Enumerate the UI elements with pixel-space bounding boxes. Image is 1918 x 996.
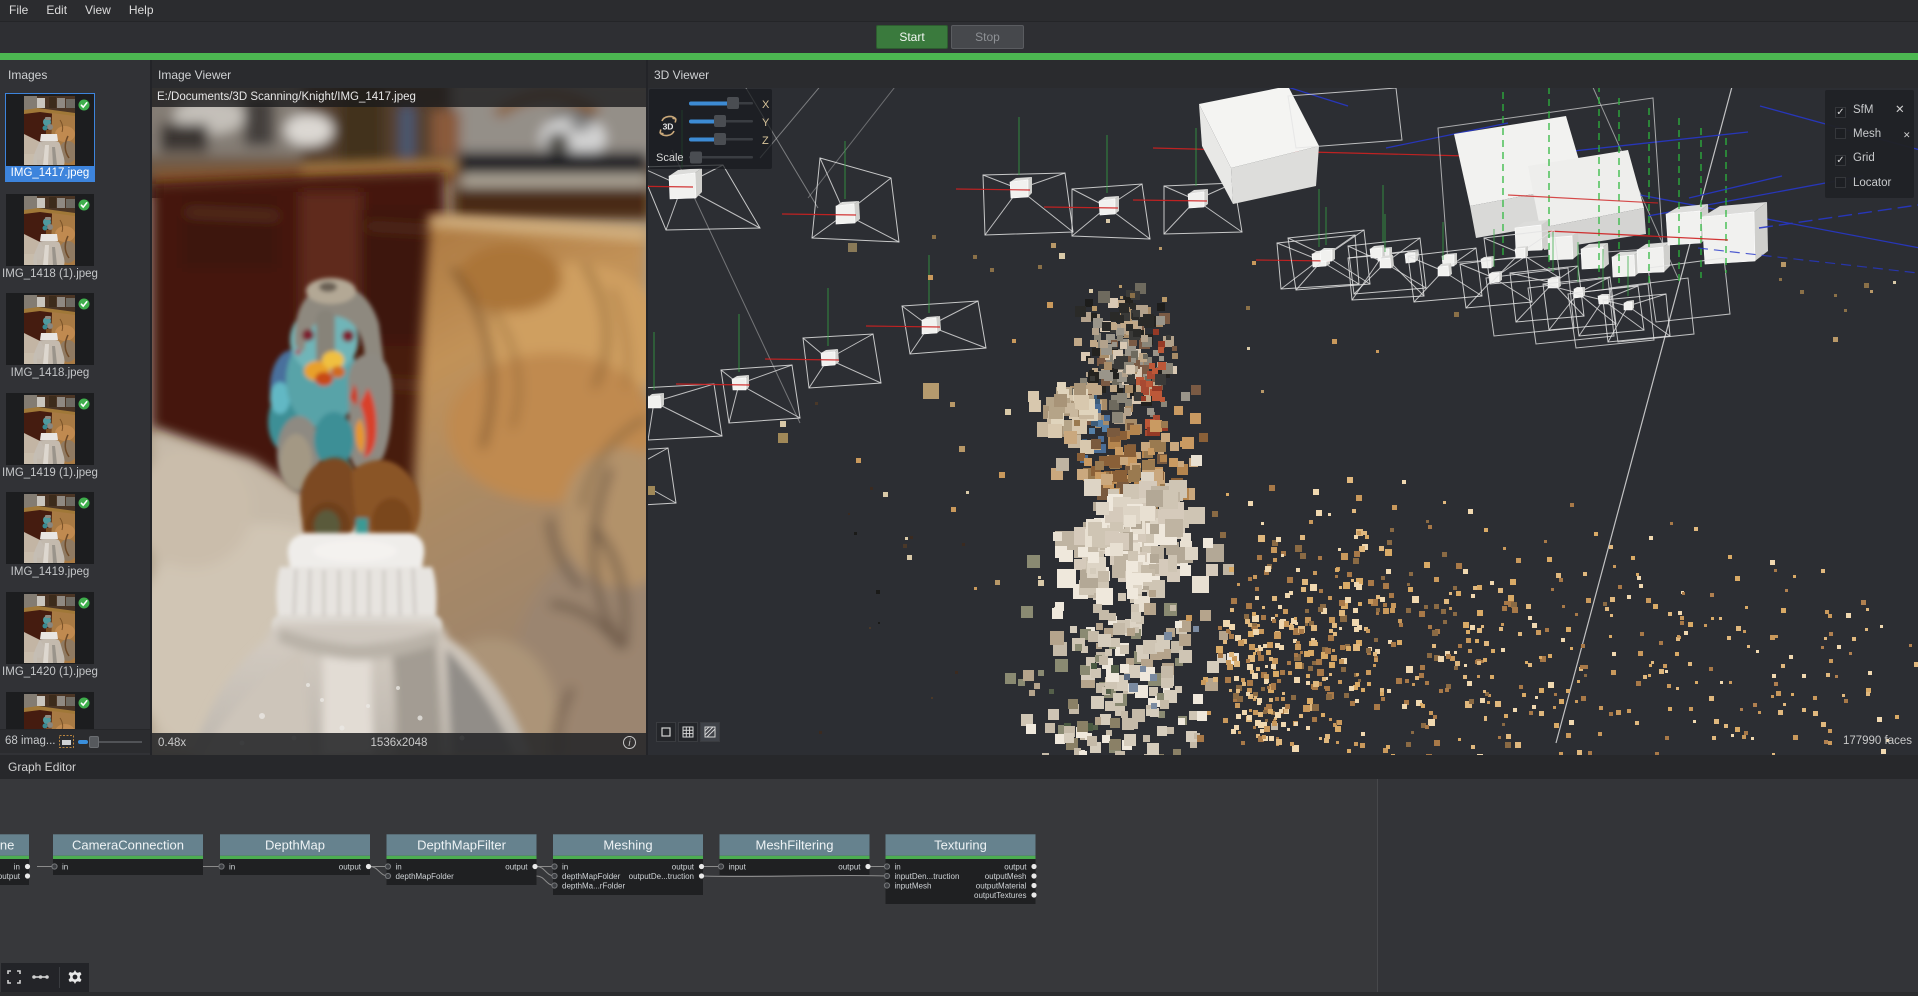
- svg-text:in: in: [895, 863, 901, 872]
- svg-text:Y: Y: [762, 117, 770, 129]
- svg-text:outputMesh: outputMesh: [985, 872, 1027, 881]
- svg-text:X: X: [762, 99, 770, 111]
- svg-text:depthMa...rFolder: depthMa...rFolder: [562, 882, 625, 891]
- svg-text:input: input: [729, 863, 747, 872]
- svg-text:CameraConnection: CameraConnection: [72, 838, 184, 853]
- svg-text:outputTextures: outputTextures: [974, 891, 1026, 900]
- svg-text:depthMapFolder: depthMapFolder: [396, 872, 455, 881]
- svg-text:Z: Z: [762, 135, 769, 147]
- svg-text:output: output: [339, 863, 362, 872]
- svg-text:Texturing: Texturing: [934, 838, 987, 853]
- svg-text:depthMapFolder: depthMapFolder: [562, 872, 621, 881]
- svg-text:DepthMap: DepthMap: [265, 838, 325, 853]
- svg-text:Meshing: Meshing: [603, 838, 652, 853]
- svg-text:in: in: [229, 863, 235, 872]
- svg-text:output: output: [838, 863, 861, 872]
- svg-text:output: output: [505, 863, 528, 872]
- svg-text:PrepareDenseScene: PrepareDenseScene: [0, 838, 14, 853]
- svg-text:MeshFiltering: MeshFiltering: [755, 838, 833, 853]
- svg-text:inputDen...truction: inputDen...truction: [895, 872, 960, 881]
- svg-text:outputMaterial: outputMaterial: [976, 882, 1027, 891]
- svg-text:in: in: [396, 863, 402, 872]
- svg-text:output: output: [1004, 863, 1027, 872]
- svg-text:in: in: [14, 863, 20, 872]
- svg-text:in: in: [562, 863, 568, 872]
- svg-text:outputDe...truction: outputDe...truction: [629, 872, 694, 881]
- svg-text:DepthMapFilter: DepthMapFilter: [417, 838, 507, 853]
- svg-text:inputMesh: inputMesh: [895, 882, 932, 891]
- svg-text:output: output: [672, 863, 695, 872]
- svg-text:in: in: [62, 863, 68, 872]
- svg-text:Scale: Scale: [656, 152, 684, 164]
- svg-text:output: output: [0, 872, 21, 881]
